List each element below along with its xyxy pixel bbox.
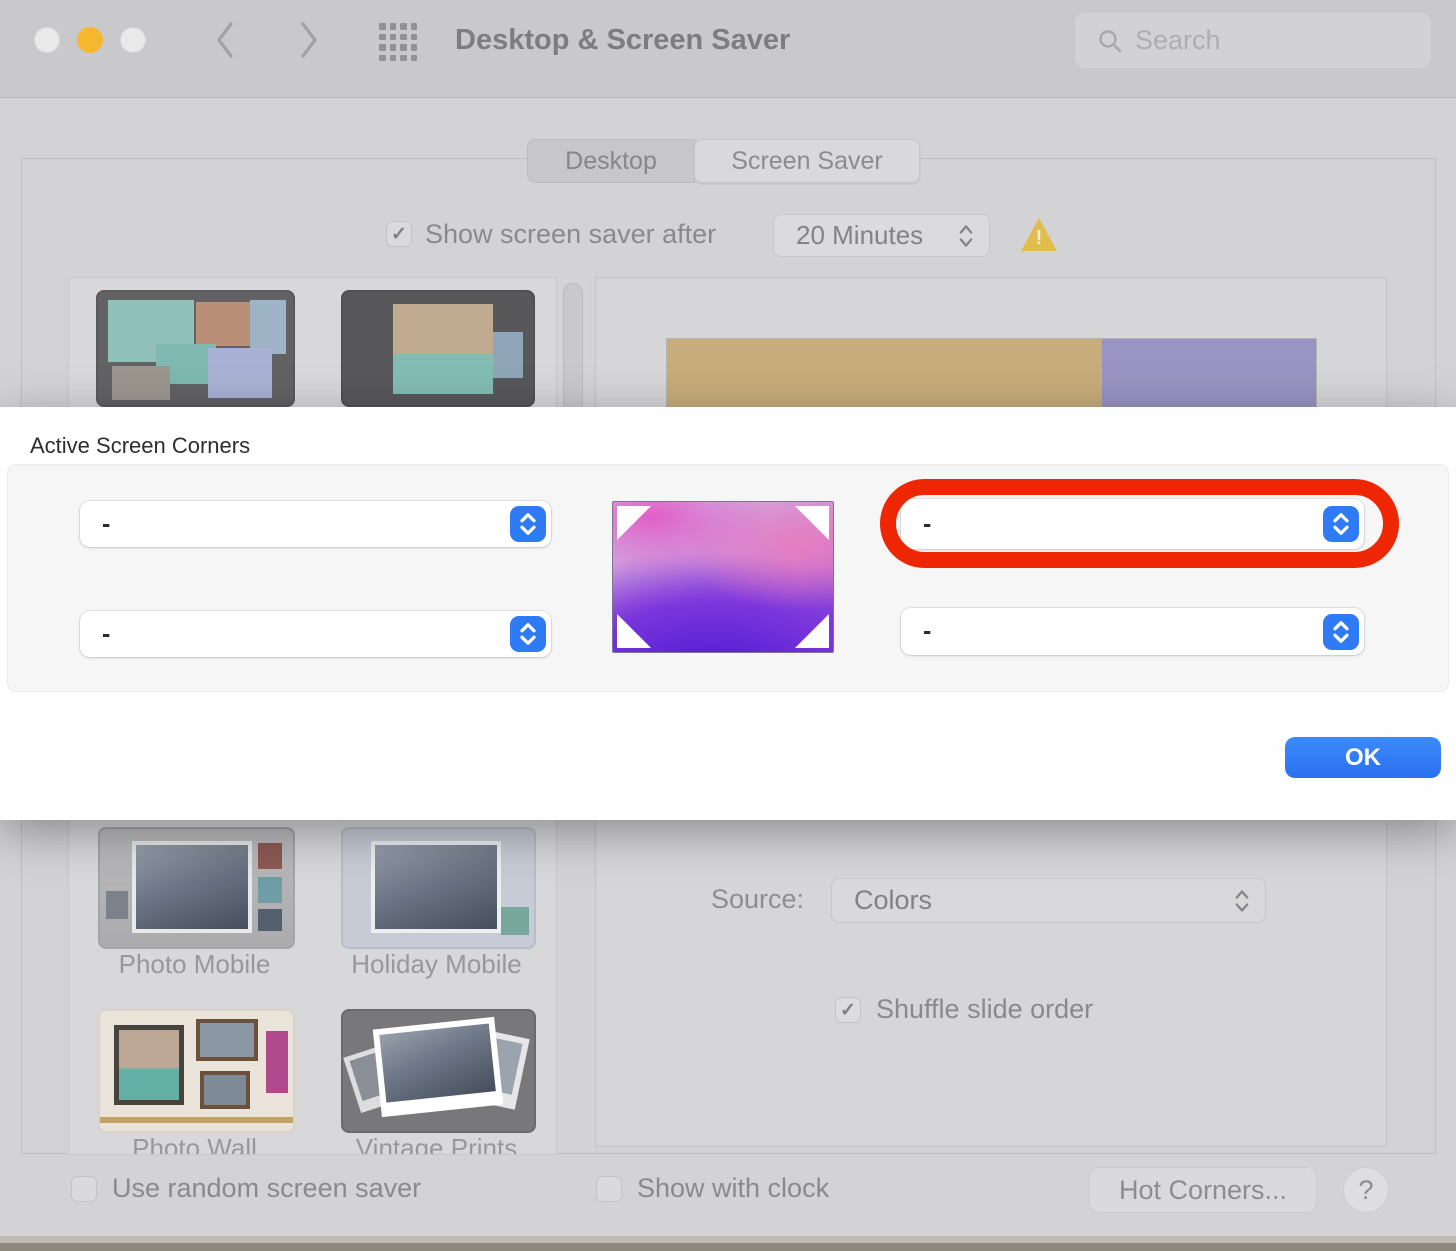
collage-patch xyxy=(250,300,286,354)
framed-photo xyxy=(196,1019,258,1061)
photo-patch xyxy=(132,841,252,933)
photo-patch xyxy=(371,841,501,933)
window-toolbar: Desktop & Screen Saver Search xyxy=(0,0,1456,98)
active-screen-corners-sheet: Active Screen Corners - - - xyxy=(0,407,1456,820)
window-bottom-edge xyxy=(0,1236,1456,1243)
saver-label-photo-wall: Photo Wall xyxy=(98,1133,291,1155)
photo-patch xyxy=(393,354,493,394)
stepper-chevrons-icon xyxy=(510,616,546,652)
search-input[interactable]: Search xyxy=(1075,13,1431,68)
popup-chevrons-icon xyxy=(957,223,975,249)
ok-button[interactable]: OK xyxy=(1285,737,1441,778)
sheet-title: Active Screen Corners xyxy=(30,433,250,459)
collage-patch xyxy=(196,302,254,346)
minimize-window-button[interactable] xyxy=(77,27,103,53)
page-title: Desktop & Screen Saver xyxy=(455,24,790,57)
scrollbar-thumb[interactable] xyxy=(563,283,583,413)
framed-photo xyxy=(200,1071,250,1109)
help-button[interactable]: ? xyxy=(1343,1167,1389,1213)
screensaver-delay-popup[interactable]: 20 Minutes xyxy=(773,214,990,257)
close-window-button[interactable] xyxy=(34,27,60,53)
show-clock-checkbox[interactable] xyxy=(596,1176,622,1202)
photo-patch xyxy=(493,332,523,378)
corner-triangle-bottom-left xyxy=(617,614,651,648)
photo-patch xyxy=(258,877,282,903)
shelf xyxy=(100,1117,293,1123)
corner-popup-bottom-right[interactable]: - xyxy=(901,608,1364,655)
source-label: Source: xyxy=(711,884,804,915)
tab-desktop[interactable]: Desktop xyxy=(527,139,695,183)
photo-patch xyxy=(258,909,282,931)
print-photo xyxy=(373,1017,504,1117)
screensaver-thumb-photo-mobile[interactable] xyxy=(98,827,295,949)
shuffle-label: Shuffle slide order xyxy=(876,994,1093,1025)
use-random-label: Use random screen saver xyxy=(112,1173,421,1204)
framed-photo xyxy=(266,1031,288,1093)
screensaver-thumb-kenburns[interactable] xyxy=(341,290,535,407)
show-screensaver-label: Show screen saver after xyxy=(425,219,716,250)
corner-popup-bottom-left[interactable]: - xyxy=(80,611,551,657)
shuffle-checkbox[interactable]: ✓ xyxy=(835,997,861,1023)
saver-label-holiday-mobile: Holiday Mobile xyxy=(341,949,532,980)
screensaver-thumb-collage[interactable] xyxy=(96,290,295,407)
screen-corners-preview-image xyxy=(612,501,834,653)
popup-chevrons-icon xyxy=(1233,888,1251,914)
hot-corners-button[interactable]: Hot Corners... xyxy=(1089,1167,1317,1213)
corner-triangle-top-right xyxy=(795,506,829,540)
tab-screen-saver[interactable]: Screen Saver xyxy=(694,139,920,183)
photo-patch xyxy=(106,891,128,919)
checkmark-icon: ✓ xyxy=(840,999,856,1022)
search-icon xyxy=(1097,28,1123,54)
saver-label-photo-mobile: Photo Mobile xyxy=(98,949,291,980)
stepper-chevrons-icon xyxy=(1323,614,1359,650)
stepper-chevrons-icon xyxy=(1323,506,1359,542)
photo-patch xyxy=(258,843,282,869)
screensaver-thumb-holiday-mobile[interactable] xyxy=(341,827,536,949)
zoom-window-button[interactable] xyxy=(120,27,146,53)
photo-patch xyxy=(393,304,493,354)
collage-patch xyxy=(112,366,170,400)
saver-label-vintage-prints: Vintage Prints xyxy=(341,1133,532,1155)
corner-popup-top-right[interactable]: - xyxy=(901,499,1364,549)
photo-patch xyxy=(501,907,529,935)
corner-popup-top-left[interactable]: - xyxy=(80,501,551,547)
show-all-preferences-icon[interactable] xyxy=(379,23,417,61)
back-button[interactable] xyxy=(212,18,238,62)
checkmark-icon: ✓ xyxy=(391,223,407,246)
search-placeholder: Search xyxy=(1135,25,1221,56)
framed-photo xyxy=(114,1025,184,1105)
source-popup[interactable]: Colors xyxy=(831,878,1266,923)
corner-triangle-bottom-right xyxy=(795,614,829,648)
stepper-chevrons-icon xyxy=(510,506,546,542)
use-random-checkbox[interactable] xyxy=(71,1176,97,1202)
desktop-screensaver-window: Desktop & Screen Saver Search Desktop Sc… xyxy=(0,0,1456,1251)
show-screensaver-checkbox[interactable]: ✓ xyxy=(386,221,412,247)
screensaver-thumb-photo-wall[interactable] xyxy=(98,1009,295,1133)
forward-button[interactable] xyxy=(296,18,322,62)
corner-triangle-top-left xyxy=(617,506,651,540)
collage-patch xyxy=(208,348,272,398)
screensaver-thumb-vintage-prints[interactable] xyxy=(341,1009,536,1133)
show-clock-label: Show with clock xyxy=(637,1173,829,1204)
desktop-sliver xyxy=(0,1243,1456,1251)
